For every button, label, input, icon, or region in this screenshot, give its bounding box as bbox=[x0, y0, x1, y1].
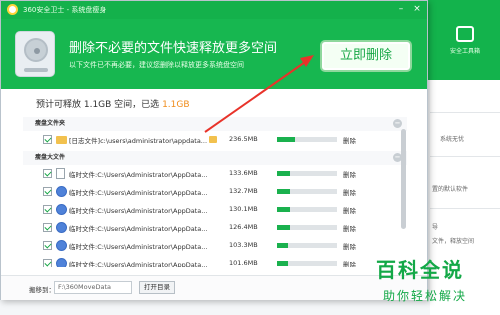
delete-link[interactable]: 删除 bbox=[343, 187, 356, 197]
file-row[interactable]: 临时文件:C:\Users\Administrator\AppData... 13… bbox=[23, 166, 407, 184]
toolbox-label: 安全工具箱 bbox=[449, 48, 480, 55]
file-row[interactable]: 临时文件:C:\Users\Administrator\AppData... 10… bbox=[23, 238, 407, 256]
size-progress-bar bbox=[277, 225, 337, 230]
file-path: 临时文件:C:\Users\Administrator\AppData... bbox=[69, 171, 208, 179]
row-checkbox[interactable] bbox=[43, 241, 52, 250]
collapse-icon[interactable]: − bbox=[393, 119, 402, 128]
summary-text: 预计可释放 1.1GB 空间，已选 bbox=[36, 100, 160, 110]
size-progress-fill bbox=[277, 189, 291, 194]
minimize-button[interactable]: – bbox=[395, 3, 407, 15]
size-progress-bar bbox=[277, 243, 337, 248]
move-to-label: 搬移到： bbox=[29, 286, 55, 294]
delete-now-button[interactable]: 立即删除 bbox=[320, 40, 412, 72]
temp-file-icon bbox=[56, 186, 67, 197]
file-size: 103.3MB bbox=[229, 241, 258, 249]
size-progress-fill bbox=[277, 225, 291, 230]
hard-disk-icon bbox=[15, 31, 55, 77]
file-path: 临时文件:C:\Users\Administrator\AppData... bbox=[69, 207, 208, 215]
delete-link[interactable]: 删除 bbox=[343, 223, 356, 233]
size-progress-bar bbox=[277, 261, 337, 266]
size-progress-fill bbox=[277, 207, 291, 212]
file-row[interactable]: 临时文件:C:\Users\Administrator\AppData... 13… bbox=[23, 202, 407, 220]
file-row[interactable]: [日志文件]c:\users\administrator\appdata... 2… bbox=[23, 132, 407, 150]
release-summary: 预计可释放 1.1GB 空间，已选 1.1GB bbox=[36, 97, 190, 110]
size-progress-fill bbox=[277, 261, 288, 266]
temp-file-icon bbox=[56, 204, 67, 215]
banner: 删除不必要的文件快速释放更多空间 以下文件已不再必要，建议您删除以释放更多系统盘… bbox=[1, 19, 427, 89]
row-checkbox[interactable] bbox=[43, 205, 52, 214]
group-header-large-files[interactable]: 瘦盘大文件 − bbox=[23, 151, 407, 165]
open-directory-button[interactable]: 打开目录 bbox=[139, 281, 175, 294]
folder-open-icon[interactable] bbox=[209, 136, 217, 143]
size-progress-bar bbox=[277, 189, 337, 194]
app-logo-icon bbox=[7, 4, 18, 15]
watermark-tagline: 助你轻松解决 bbox=[383, 289, 468, 303]
size-progress-bar bbox=[277, 137, 337, 142]
banner-subtitle: 以下文件已不再必要，建议您删除以释放更多系统盘空间 bbox=[69, 61, 244, 69]
background-text-2: 置的默认软件 bbox=[432, 186, 469, 193]
size-progress-fill bbox=[277, 243, 288, 248]
row-checkbox[interactable] bbox=[43, 169, 52, 178]
delete-link[interactable]: 删除 bbox=[343, 135, 356, 145]
window-title: 360安全卫士 - 系统盘瘦身 bbox=[23, 6, 107, 14]
file-path: 临时文件:C:\Users\Administrator\AppData... bbox=[69, 225, 208, 233]
temp-file-icon bbox=[56, 240, 67, 251]
group-label: 瘦盘大文件 bbox=[35, 154, 66, 161]
file-size: 126.4MB bbox=[229, 223, 258, 231]
row-checkbox[interactable] bbox=[43, 259, 52, 267]
file-path: [日志文件]c:\users\administrator\appdata... bbox=[69, 137, 208, 145]
toolbox-icon bbox=[456, 26, 474, 42]
file-icon bbox=[56, 168, 65, 179]
close-button[interactable]: × bbox=[411, 3, 423, 15]
delete-link[interactable]: 删除 bbox=[343, 205, 356, 215]
delete-link[interactable]: 删除 bbox=[343, 241, 356, 251]
summary-selected-size: 1.1GB bbox=[162, 100, 190, 110]
background-text-3: 文件，释放空间 bbox=[432, 238, 475, 245]
file-path: 临时文件:C:\Users\Administrator\AppData... bbox=[69, 189, 208, 197]
scrollbar[interactable] bbox=[401, 129, 406, 229]
file-size: 133.6MB bbox=[229, 169, 258, 177]
size-progress-bar bbox=[277, 171, 337, 176]
background-text-1: 系统无忧 bbox=[440, 136, 465, 143]
row-checkbox[interactable] bbox=[43, 187, 52, 196]
watermark-brand: 百科全说 bbox=[376, 258, 464, 282]
file-path: 临时文件:C:\Users\Administrator\AppData... bbox=[69, 261, 208, 267]
footer: 搬移到： F:\360MoveData 打开目录 bbox=[1, 275, 427, 300]
delete-link[interactable]: 删除 bbox=[343, 259, 356, 267]
background-toolbox-button[interactable]: 安全工具箱 bbox=[446, 26, 484, 60]
size-progress-fill bbox=[277, 137, 295, 142]
delete-link[interactable]: 删除 bbox=[343, 169, 356, 179]
banner-title: 删除不必要的文件快速释放更多空间 bbox=[69, 41, 278, 56]
group-header-folders[interactable]: 瘦盘文件夹 − bbox=[23, 117, 407, 131]
file-size: 130.1MB bbox=[229, 205, 258, 213]
file-size: 101.6MB bbox=[229, 259, 258, 267]
background-text-4: 导 bbox=[432, 224, 439, 231]
folder-icon bbox=[56, 136, 67, 144]
file-list: 瘦盘文件夹 − [日志文件]c:\users\administrator\app… bbox=[23, 117, 407, 267]
file-path: 临时文件:C:\Users\Administrator\AppData... bbox=[69, 243, 208, 251]
group-label: 瘦盘文件夹 bbox=[35, 120, 66, 127]
background-divider bbox=[430, 208, 500, 209]
size-progress-bar bbox=[277, 207, 337, 212]
temp-file-icon bbox=[56, 222, 67, 233]
file-row[interactable]: 临时文件:C:\Users\Administrator\AppData... 10… bbox=[23, 256, 407, 267]
disk-slim-dialog: 360安全卫士 - 系统盘瘦身 – × 删除不必要的文件快速释放更多空间 以下文… bbox=[0, 0, 428, 300]
move-path-field[interactable]: F:\360MoveData bbox=[54, 281, 132, 294]
temp-file-icon bbox=[56, 258, 67, 267]
row-checkbox[interactable] bbox=[43, 223, 52, 232]
title-bar: 360安全卫士 - 系统盘瘦身 – × bbox=[1, 1, 427, 19]
background-divider bbox=[430, 112, 500, 113]
background-divider bbox=[430, 156, 500, 157]
file-row[interactable]: 临时文件:C:\Users\Administrator\AppData... 12… bbox=[23, 220, 407, 238]
size-progress-fill bbox=[277, 171, 291, 176]
file-row[interactable]: 临时文件:C:\Users\Administrator\AppData... 13… bbox=[23, 184, 407, 202]
file-size: 236.5MB bbox=[229, 135, 258, 143]
row-checkbox[interactable] bbox=[43, 135, 52, 144]
file-size: 132.7MB bbox=[229, 187, 258, 195]
